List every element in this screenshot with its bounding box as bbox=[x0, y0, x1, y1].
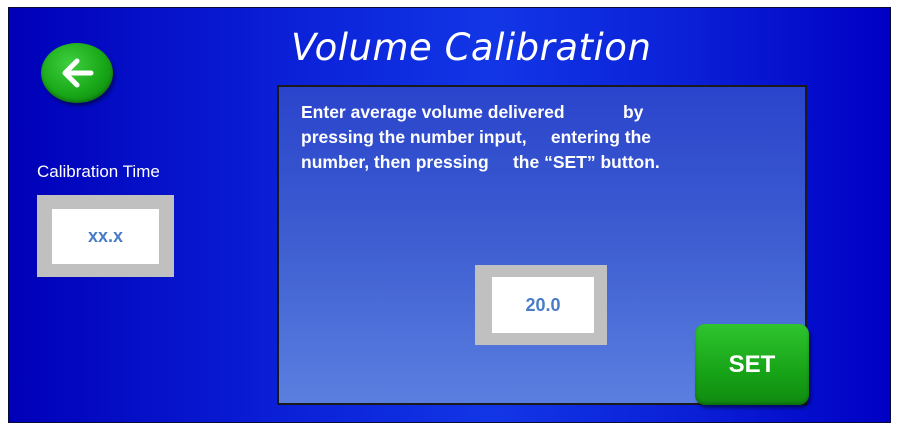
arrow-left-icon bbox=[62, 58, 94, 88]
volume-input-field[interactable]: 20.0 bbox=[475, 265, 607, 345]
calibration-time-value[interactable]: xx.x bbox=[52, 209, 159, 264]
instructions-line: number, then pressing the “SET” button. bbox=[301, 152, 660, 172]
calibration-time-field[interactable]: xx.x bbox=[37, 195, 174, 277]
calibration-screen: Volume Calibration Calibration Time xx.x… bbox=[8, 7, 891, 423]
back-button[interactable] bbox=[41, 43, 113, 103]
calibration-time-label: Calibration Time bbox=[37, 162, 160, 181]
instructions-line: pressing the number input, entering the bbox=[301, 127, 652, 147]
volume-input-value[interactable]: 20.0 bbox=[492, 277, 594, 333]
page-title: Volume Calibration bbox=[291, 26, 652, 69]
set-button[interactable]: SET bbox=[695, 324, 809, 405]
instructions-text: Enter average volume delivered by pressi… bbox=[301, 100, 781, 175]
instructions-line: Enter average volume delivered by bbox=[301, 102, 644, 122]
